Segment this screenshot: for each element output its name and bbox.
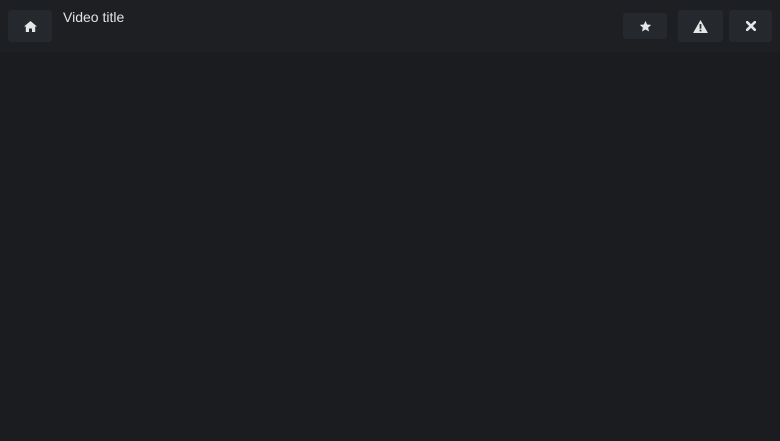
page-title: Video title <box>63 9 125 25</box>
report-button[interactable] <box>678 10 723 42</box>
home-icon <box>23 20 37 32</box>
top-bar: Video title <box>0 0 780 52</box>
favorite-button[interactable] <box>623 13 667 39</box>
close-button[interactable] <box>729 10 772 42</box>
warning-icon <box>693 19 708 33</box>
close-icon <box>745 21 756 31</box>
content-area <box>0 52 780 441</box>
home-button[interactable] <box>8 10 52 42</box>
star-icon <box>639 20 652 33</box>
